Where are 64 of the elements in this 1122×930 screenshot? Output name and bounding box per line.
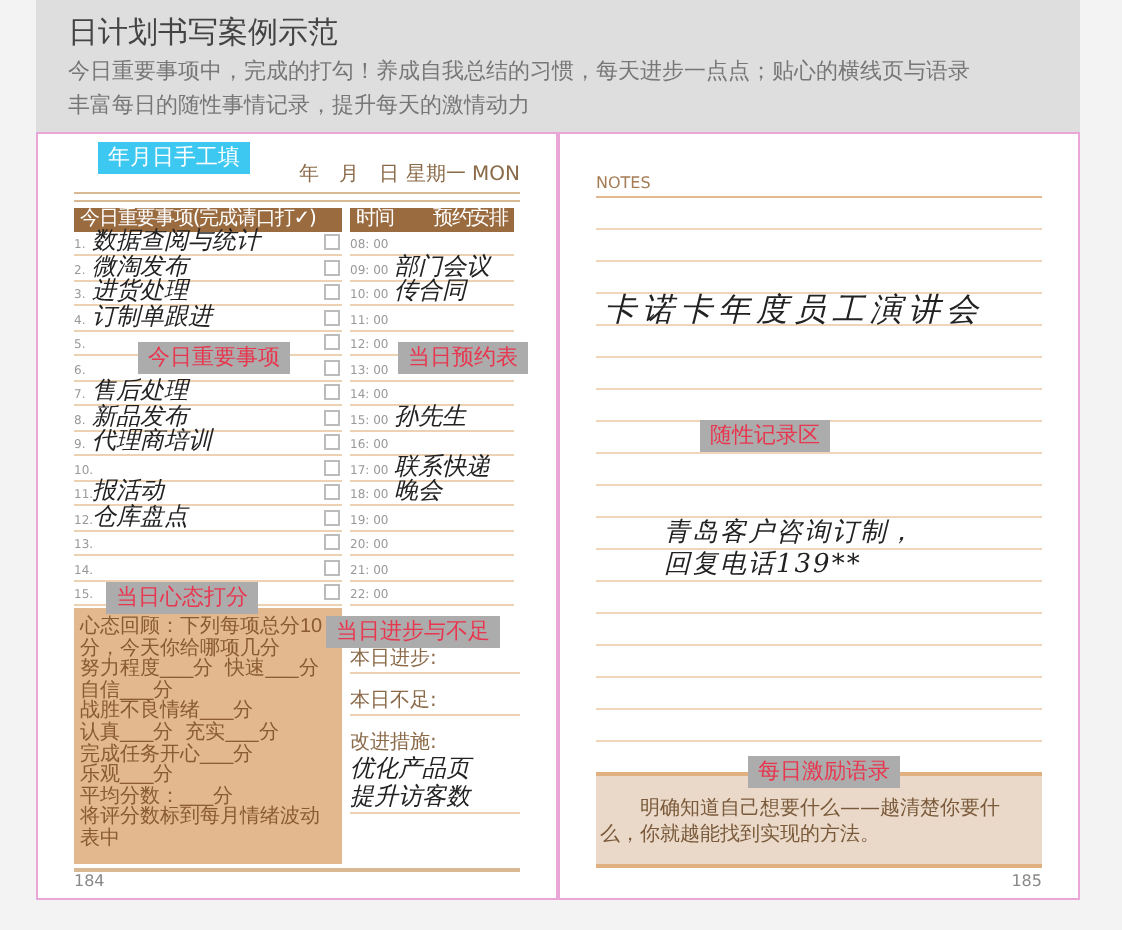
handwritten-appointment: 孙先生 — [394, 403, 469, 429]
handwritten-task: 数据查阅与统计 — [92, 228, 262, 254]
checkbox[interactable] — [324, 484, 340, 500]
mood-text: 乐观___分 — [80, 766, 174, 787]
checkbox[interactable] — [324, 384, 340, 400]
progress-label: 本日不足: — [350, 690, 439, 712]
progress-label: 改进措施: — [350, 732, 439, 754]
handwritten-appointment: 联系快递 — [394, 453, 492, 479]
mood-text: 努力程度___分 — [80, 660, 214, 681]
notes-callout: 随性记录区 — [700, 420, 830, 452]
checkbox[interactable] — [324, 309, 340, 325]
mood-text: 自信___分 — [80, 681, 174, 702]
page-number: 185 — [1009, 872, 1042, 892]
checkbox[interactable] — [324, 284, 340, 300]
handwritten-task: 报活动 — [92, 478, 168, 504]
checkbox[interactable] — [324, 234, 340, 250]
schedule-callout: 当日预约表 — [398, 341, 528, 373]
mood-callout: 当日心态打分 — [106, 582, 258, 614]
checkbox[interactable] — [324, 509, 340, 525]
notes-label: NOTES — [596, 174, 1042, 198]
progress-label: 本日进步: — [350, 648, 439, 670]
handwritten-task: 仓库盘点 — [92, 503, 192, 529]
date-line: 年 月 日 星期一 MON — [299, 163, 520, 188]
handwritten-task: 订制单跟进 — [92, 303, 217, 329]
checkbox[interactable] — [324, 534, 340, 550]
description-text: 丰富每日的随性事情记录，提升每天的激情动力 — [68, 92, 532, 120]
handwritten-note: 提升访客数 — [350, 782, 474, 810]
handwritten-appointment: 晚会 — [394, 478, 443, 504]
description-text: 今日重要事项中，完成的打勾！养成自我总结的习惯，每天进步一点点；贴心的横线页与语录 — [68, 58, 972, 86]
checkbox[interactable] — [324, 334, 340, 350]
mood-text: 完成任务开心___分 — [80, 745, 254, 766]
page-number: 184 — [74, 872, 107, 892]
mood-text: 战胜不良情绪___分 — [80, 702, 254, 723]
mood-text: 将评分数标到每月情绪波动表中 — [80, 808, 322, 852]
date-callout: 年月日手工填 — [98, 142, 250, 174]
checkbox[interactable] — [324, 559, 340, 575]
checkbox[interactable] — [324, 584, 340, 600]
mood-text: 平均分数：___分 — [80, 787, 234, 808]
checkbox[interactable] — [324, 259, 340, 275]
handwritten-appointment: 部门会议 — [394, 253, 494, 279]
mood-text: 快速___分 — [225, 660, 319, 682]
handwritten-note: 回复电话139** — [664, 550, 864, 582]
appointment-heading: 预约安排 — [432, 207, 508, 231]
checkbox[interactable] — [324, 409, 340, 425]
progress-callout: 当日进步与不足 — [326, 616, 500, 648]
checkbox[interactable] — [324, 459, 340, 475]
handwritten-task: 微淘发布 — [92, 253, 191, 279]
handwritten-note: 优化产品页 — [350, 754, 476, 782]
tasks-callout: 今日重要事项 — [138, 341, 290, 373]
checkbox[interactable] — [324, 434, 340, 450]
tasks-heading: 今日重要事项(完成请口打✓) — [74, 207, 342, 231]
handwritten-note: 青岛客户咨询订制， — [664, 518, 916, 550]
handwritten-task: 进货处理 — [92, 278, 193, 304]
checkbox[interactable] — [324, 359, 340, 375]
mood-text: 认真___分 — [80, 723, 174, 744]
time-heading: 时间 — [356, 207, 394, 231]
handwritten-appointment: 传合同 — [394, 278, 468, 304]
page-title: 日计划书写案例示范 — [68, 14, 340, 52]
mood-text: 心态回顾：下列每项总分10分，今天你给哪项几分 — [80, 618, 325, 660]
handwritten-task: 代理商培训 — [92, 428, 216, 454]
handwritten-note: 卡诺卡年度员工演讲会 — [604, 294, 984, 326]
mood-text: 充实___分 — [185, 723, 279, 744]
handwritten-task: 售后处理 — [92, 378, 193, 404]
handwritten-task: 新品发布 — [92, 403, 191, 429]
